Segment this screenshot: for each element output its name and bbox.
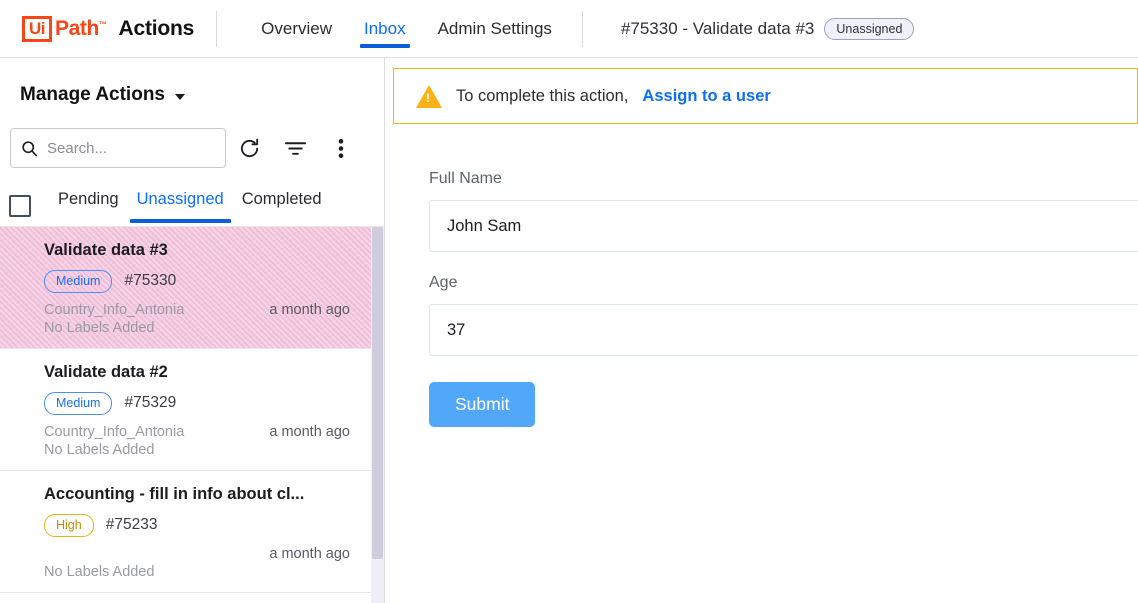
list-item[interactable]: Validate data #2 Medium #75329 Country_I… bbox=[0, 348, 384, 471]
brand-logo[interactable]: Ui Path™ Actions bbox=[0, 15, 195, 42]
list-item[interactable]: Validate data #3 Medium #75330 Country_I… bbox=[0, 227, 384, 349]
app-name: Actions bbox=[118, 16, 195, 40]
body-split: Manage Actions Search... Pending Unassig… bbox=[0, 58, 1138, 603]
assign-to-user-link[interactable]: Assign to a user bbox=[642, 87, 770, 106]
field-full-name: Full Name bbox=[429, 170, 1138, 252]
header-divider bbox=[216, 10, 218, 47]
nav-item-inbox[interactable]: Inbox bbox=[348, 0, 422, 58]
list-item-title: Accounting - fill in info about cl... bbox=[44, 484, 305, 503]
list-item-app: Country_Info_Antonia bbox=[44, 301, 185, 318]
list-item-reference: #75329 bbox=[124, 394, 177, 412]
list-item-time: a month ago bbox=[269, 545, 350, 562]
field-label-age: Age bbox=[429, 274, 458, 291]
submit-button[interactable]: Submit bbox=[429, 382, 536, 427]
app-header: Ui Path™ Actions Overview Inbox Admin Se… bbox=[0, 0, 1138, 58]
field-age: Age bbox=[429, 274, 1138, 356]
search-input[interactable] bbox=[47, 139, 207, 157]
priority-badge: High bbox=[44, 513, 94, 537]
search-icon bbox=[22, 140, 38, 156]
chevron-down-icon[interactable] bbox=[175, 93, 185, 100]
more-options-button[interactable] bbox=[318, 128, 364, 168]
list-item-reference: #75330 bbox=[124, 272, 177, 290]
list-item-meta: a month ago bbox=[44, 546, 366, 562]
action-form: Full Name Age Submit bbox=[385, 124, 1138, 427]
assign-warning-banner: To complete this action, Assign to a use… bbox=[393, 68, 1138, 124]
uipath-logo-word: Path™ bbox=[55, 16, 107, 40]
full-name-input[interactable] bbox=[429, 200, 1138, 252]
list-item-meta: Country_Info_Antonia a month ago bbox=[44, 302, 366, 318]
list-item-labels: No Labels Added bbox=[44, 441, 155, 458]
warning-text: To complete this action, bbox=[456, 86, 629, 105]
list-item[interactable]: Accounting - fill in info about cl... Hi… bbox=[0, 470, 384, 593]
list-item-title: Validate data #3 bbox=[44, 241, 168, 259]
list-item-time: a month ago bbox=[269, 423, 350, 440]
action-detail-panel: To complete this action, Assign to a use… bbox=[385, 58, 1138, 603]
list-item-app: Country_Info_Antonia bbox=[44, 423, 185, 440]
list-item-labels: No Labels Added bbox=[44, 319, 155, 336]
nav-item-overview[interactable]: Overview bbox=[245, 0, 348, 58]
header-divider-2 bbox=[581, 10, 583, 47]
list-item-labels: No Labels Added bbox=[44, 563, 155, 580]
select-all-checkbox[interactable] bbox=[9, 195, 31, 217]
list-item-badges: High #75233 bbox=[44, 513, 366, 537]
actions-list: Validate data #3 Medium #75330 Country_I… bbox=[0, 226, 384, 603]
list-scrollbar[interactable] bbox=[371, 227, 384, 603]
sidebar-title: Manage Actions bbox=[20, 84, 165, 105]
list-item-badges: Medium #75330 bbox=[44, 270, 366, 293]
tab-completed[interactable]: Completed bbox=[233, 190, 331, 223]
sidebar-toolbar bbox=[0, 106, 384, 168]
more-options-icon bbox=[338, 138, 344, 158]
warning-triangle-icon bbox=[416, 84, 442, 108]
tab-pending[interactable]: Pending bbox=[49, 190, 128, 223]
uipath-logo-mark: Ui bbox=[22, 15, 52, 42]
refresh-button[interactable] bbox=[226, 128, 272, 168]
field-label-full-name: Full Name bbox=[429, 170, 502, 187]
action-context: #75330 - Validate data #3 Unassigned bbox=[620, 17, 915, 40]
tab-unassigned[interactable]: Unassigned bbox=[128, 190, 233, 223]
search-box[interactable] bbox=[10, 128, 226, 168]
priority-badge: Medium bbox=[44, 270, 113, 293]
age-input[interactable] bbox=[429, 304, 1138, 356]
action-context-title: #75330 - Validate data #3 bbox=[620, 18, 815, 38]
nav-item-admin-settings[interactable]: Admin Settings bbox=[422, 0, 568, 58]
sidebar-header: Manage Actions bbox=[0, 58, 384, 106]
list-item-badges: Medium #75329 bbox=[44, 391, 366, 415]
select-all-wrapper[interactable] bbox=[0, 195, 49, 217]
filter-button[interactable] bbox=[272, 128, 318, 168]
list-item-time: a month ago bbox=[269, 301, 350, 318]
status-badge: Unassigned bbox=[824, 17, 915, 40]
list-item-title: Validate data #2 bbox=[44, 362, 168, 381]
filter-icon bbox=[284, 141, 306, 155]
refresh-icon bbox=[240, 138, 258, 157]
main-nav: Overview Inbox Admin Settings bbox=[245, 0, 568, 58]
list-scrollbar-thumb[interactable] bbox=[372, 227, 383, 559]
trademark-icon: ™ bbox=[98, 19, 107, 29]
actions-sidebar: Manage Actions Search... Pending Unassig… bbox=[0, 58, 385, 603]
status-filter-tabs: Pending Unassigned Completed bbox=[0, 168, 384, 226]
list-item-meta: Country_Info_Antonia a month ago bbox=[44, 424, 366, 440]
priority-badge: Medium bbox=[44, 391, 113, 415]
list-item-reference: #75233 bbox=[105, 516, 158, 534]
